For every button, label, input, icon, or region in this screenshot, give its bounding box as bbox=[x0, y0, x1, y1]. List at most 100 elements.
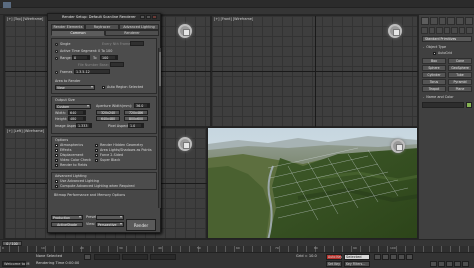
plane-button[interactable]: Plane bbox=[448, 86, 472, 92]
geometry-icon[interactable] bbox=[421, 27, 428, 34]
zoom-all-icon[interactable] bbox=[438, 261, 445, 267]
pan-icon[interactable] bbox=[446, 261, 453, 267]
viewport-front-label[interactable]: [+] [Front] [Wireframe] bbox=[214, 17, 253, 21]
preset-size-button[interactable]: 320x240 bbox=[96, 110, 120, 115]
view-dropdown[interactable]: Perspective bbox=[96, 222, 124, 227]
viewcube-icon[interactable] bbox=[391, 139, 405, 153]
lights-icon[interactable] bbox=[436, 27, 443, 34]
object-type-rollout[interactable]: Object Type bbox=[421, 45, 473, 50]
tab-common[interactable]: Common bbox=[51, 30, 105, 36]
spacewarps-icon[interactable] bbox=[458, 27, 466, 34]
super-black-checkbox[interactable] bbox=[95, 159, 98, 162]
video-color-check-checkbox[interactable] bbox=[55, 159, 58, 162]
frames-field[interactable]: 1,3,5-12 bbox=[74, 69, 110, 74]
image-aspect-field[interactable]: 1.333 bbox=[76, 123, 90, 128]
lock-icon[interactable] bbox=[84, 254, 91, 260]
pixel-aspect-spinner[interactable] bbox=[142, 123, 144, 128]
viewport-front[interactable]: [+] [Front] [Wireframe] bbox=[211, 15, 419, 128]
preset-dropdown[interactable] bbox=[96, 215, 124, 220]
set-key-button[interactable]: Set Key bbox=[326, 261, 342, 267]
orbit-icon[interactable] bbox=[454, 261, 461, 267]
next-frame-icon[interactable] bbox=[398, 254, 405, 260]
range-end-spinner[interactable] bbox=[116, 55, 118, 60]
play-icon[interactable] bbox=[390, 254, 397, 260]
primitive-category-dropdown[interactable]: Standard Primitives bbox=[422, 36, 472, 42]
height-field[interactable]: 480 bbox=[68, 116, 84, 121]
compute-advanced-lighting-checkbox[interactable] bbox=[55, 185, 58, 188]
tab-motion[interactable] bbox=[447, 17, 456, 25]
cameras-icon[interactable] bbox=[443, 27, 451, 34]
range-end-field[interactable]: 100 bbox=[100, 55, 116, 60]
force-2-sided-checkbox[interactable] bbox=[95, 154, 98, 157]
y-coordinate-field[interactable] bbox=[122, 254, 148, 260]
viewcube-icon[interactable] bbox=[388, 24, 402, 38]
key-filters-button[interactable]: Key Filters... bbox=[344, 261, 370, 267]
width-spinner[interactable] bbox=[84, 110, 86, 115]
preset-size-button[interactable]: 640x480 bbox=[96, 116, 120, 121]
minimize-icon[interactable] bbox=[140, 15, 145, 19]
height-spinner[interactable] bbox=[84, 116, 86, 121]
x-coordinate-field[interactable] bbox=[94, 254, 120, 260]
viewcube-icon[interactable] bbox=[178, 137, 192, 151]
auto-key-button[interactable]: Auto Key bbox=[326, 254, 342, 260]
autogrid-checkbox[interactable] bbox=[433, 52, 436, 55]
preset-size-button[interactable]: 720x486 bbox=[124, 110, 148, 115]
object-color-swatch[interactable] bbox=[466, 102, 472, 108]
time-slider[interactable]: 0 / 100 bbox=[0, 239, 474, 246]
viewport-top-label[interactable]: [+] [Top] [Wireframe] bbox=[7, 17, 43, 21]
render-mode-dropdown[interactable]: Production bbox=[51, 215, 83, 220]
render-to-fields-checkbox[interactable] bbox=[55, 164, 58, 167]
tab-create[interactable] bbox=[421, 17, 429, 25]
dialog-title-bar[interactable]: Render Setup: Default Scanline Renderer bbox=[48, 14, 160, 21]
active-segment-radio[interactable] bbox=[55, 50, 58, 53]
torus-button[interactable]: Torus bbox=[422, 79, 446, 85]
frames-radio[interactable] bbox=[55, 71, 58, 74]
z-coordinate-field[interactable] bbox=[150, 254, 176, 260]
cylinder-button[interactable]: Cylinder bbox=[422, 72, 446, 78]
area-to-render-dropdown[interactable]: View bbox=[55, 85, 95, 90]
key-set-dropdown[interactable]: Selected bbox=[344, 254, 370, 260]
area-lights-as-points-checkbox[interactable] bbox=[95, 149, 98, 152]
auto-region-checkbox[interactable] bbox=[102, 86, 105, 89]
tube-button[interactable]: Tube bbox=[448, 72, 472, 78]
every-nth-frame-field[interactable] bbox=[130, 41, 144, 46]
range-radio[interactable] bbox=[55, 57, 58, 60]
viewcube-icon[interactable] bbox=[178, 24, 192, 38]
go-to-end-icon[interactable] bbox=[406, 254, 413, 260]
atmospherics-checkbox[interactable] bbox=[55, 144, 58, 147]
file-number-base-field[interactable] bbox=[110, 62, 124, 67]
aperture-width-field[interactable]: 36.0 bbox=[134, 103, 148, 108]
use-advanced-lighting-checkbox[interactable] bbox=[55, 180, 58, 183]
aperture-width-spinner[interactable] bbox=[148, 103, 150, 108]
maxscript-listener[interactable]: Welcome to M bbox=[2, 261, 29, 267]
pyramid-button[interactable]: Pyramid bbox=[448, 79, 472, 85]
width-field[interactable]: 640 bbox=[68, 110, 84, 115]
range-start-spinner[interactable] bbox=[88, 55, 90, 60]
go-to-start-icon[interactable] bbox=[374, 254, 381, 260]
cone-button[interactable]: Cone bbox=[448, 58, 472, 64]
teapot-button[interactable]: Teapot bbox=[422, 86, 446, 92]
pixel-aspect-field[interactable]: 1.0 bbox=[128, 123, 142, 128]
output-size-preset-dropdown[interactable]: Custom bbox=[55, 104, 91, 109]
tab-display[interactable] bbox=[456, 17, 465, 25]
render-hidden-geometry-checkbox[interactable] bbox=[95, 144, 98, 147]
preset-size-button[interactable]: 800x600 bbox=[124, 116, 148, 121]
systems-icon[interactable] bbox=[466, 27, 474, 34]
tab-hierarchy[interactable] bbox=[438, 17, 447, 25]
maximize-icon[interactable] bbox=[146, 15, 151, 19]
tab-renderer[interactable]: Renderer bbox=[105, 30, 159, 36]
activeshade-button[interactable]: ActiveShade bbox=[51, 222, 83, 227]
object-name-field[interactable] bbox=[422, 102, 464, 108]
name-and-color-rollout[interactable]: Name and Color bbox=[421, 95, 473, 100]
tab-utilities[interactable] bbox=[465, 17, 473, 25]
effects-checkbox[interactable] bbox=[55, 149, 58, 152]
dialog-scrollbar[interactable] bbox=[158, 48, 161, 208]
geosphere-button[interactable]: GeoSphere bbox=[448, 65, 472, 71]
displacement-checkbox[interactable] bbox=[55, 154, 58, 157]
image-aspect-spinner[interactable] bbox=[90, 123, 92, 128]
sphere-button[interactable]: Sphere bbox=[422, 65, 446, 71]
viewport-left-label[interactable]: [+] [Left] [Wireframe] bbox=[7, 129, 44, 133]
helpers-icon[interactable] bbox=[451, 27, 458, 34]
zoom-icon[interactable] bbox=[430, 261, 437, 267]
render-button[interactable]: Render bbox=[126, 219, 156, 231]
